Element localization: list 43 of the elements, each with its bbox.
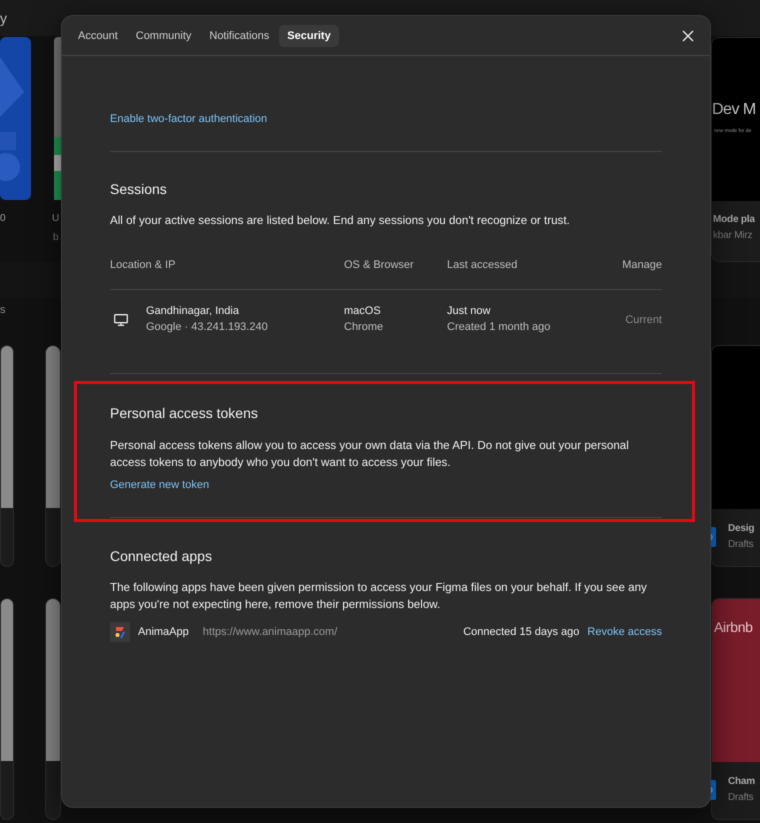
tab[interactable]: Security	[279, 24, 339, 46]
app-url: https://www.animaapp.com/	[202, 626, 338, 638]
connected-time: Connected 15 days ago	[463, 626, 580, 638]
column-header: OS & Browser	[344, 259, 415, 271]
session-os: macOS	[344, 304, 382, 319]
file-location: Drafts	[728, 792, 754, 803]
section-description: All of your active sessions are listed below. End any sessions you don't recognize or trust.	[110, 213, 571, 229]
file-location: Drafts	[728, 539, 754, 550]
session-status: Current	[624, 314, 662, 326]
session-ip: Google · 43.241.193.240	[146, 320, 268, 335]
revoke-access-link[interactable]: Revoke access	[587, 626, 662, 638]
generate-token-link[interactable]: Generate new token	[110, 479, 210, 491]
section-label: s	[0, 304, 6, 316]
session-last-accessed: Just now	[447, 304, 492, 319]
thumbnail-title: Dev M	[712, 101, 756, 119]
section-title: Personal access tokens	[110, 404, 259, 422]
tab[interactable]: Notifications	[201, 24, 278, 46]
file-title: Mode pla	[713, 214, 756, 225]
session-created: Created 1 month ago	[447, 320, 552, 335]
page-heading: y	[0, 10, 7, 26]
file-title: U	[52, 213, 60, 224]
session-location: Gandhinagar, India	[146, 304, 240, 319]
monitor-icon	[114, 314, 128, 326]
thumbnail-title: Airbnb	[714, 619, 753, 635]
column-header: Location & IP	[110, 259, 176, 271]
close-button[interactable]	[680, 28, 696, 44]
column-header: Manage	[621, 259, 662, 271]
section-title: Sessions	[110, 180, 168, 198]
file-owner: b	[53, 232, 58, 243]
file-owner: kbar Mirz	[713, 230, 754, 241]
tab[interactable]: Account	[70, 24, 126, 46]
session-browser: Chrome	[344, 320, 384, 335]
two-factor-link[interactable]: Enable two-factor authentication	[110, 113, 268, 125]
section-title: Connected apps	[110, 547, 213, 565]
tab[interactable]: Community	[128, 24, 200, 46]
file-title: Cham	[728, 776, 756, 787]
file-title: 0	[0, 213, 6, 224]
column-header: Last accessed	[447, 259, 518, 271]
app-name: AnimaApp	[138, 626, 189, 638]
section-description: The following apps have been given permission to access your Figma files on your behalf. If you see any apps you're not expecting here, remove their permissions below.	[110, 580, 648, 613]
app-icon	[110, 622, 130, 642]
file-title: Desig	[728, 523, 756, 534]
section-description: Personal access tokens allow you to access your own data via the API. Do not give out your personal access tokens to anybody who you don't want to access your files.	[110, 438, 630, 471]
